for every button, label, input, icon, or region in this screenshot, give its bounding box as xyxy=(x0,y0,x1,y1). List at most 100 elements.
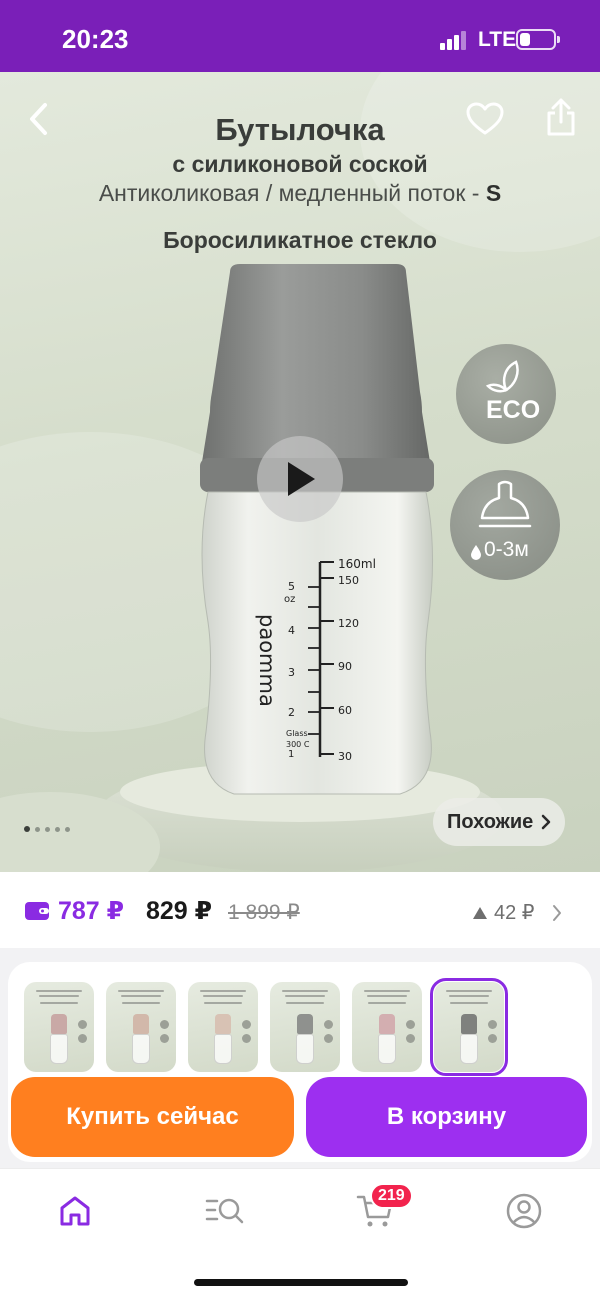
nav-catalog[interactable] xyxy=(203,1189,247,1233)
buy-now-button[interactable]: Купить сейчас xyxy=(11,1077,294,1157)
thumbnail-bottle-cap xyxy=(133,1014,149,1034)
age-badge: 0-3м xyxy=(450,470,560,580)
play-video-button[interactable] xyxy=(257,436,343,522)
home-indicator xyxy=(194,1279,408,1286)
hero-description: Антиколиковая / медленный поток - S xyxy=(0,180,600,207)
thumbnail-title-line xyxy=(39,995,79,997)
old-price: 1 899 ₽ xyxy=(228,901,300,924)
thumbnail-badge xyxy=(160,1034,169,1043)
similar-products-button[interactable]: Похожие xyxy=(433,798,566,846)
price-delta: 42 ₽ xyxy=(494,902,535,924)
thumbnail-title-line xyxy=(203,995,243,997)
thumbnail-bottle-cap xyxy=(51,1014,67,1034)
gallery-dot xyxy=(65,826,70,832)
scale-label: 5 xyxy=(288,580,295,593)
thumbnail-bottle-body xyxy=(132,1034,150,1064)
battery-level xyxy=(520,33,530,46)
scale-label: 3 xyxy=(288,666,295,679)
variant-thumbnail[interactable] xyxy=(352,982,422,1072)
variant-thumbnail[interactable] xyxy=(430,978,508,1076)
thumbnail-bottle-cap xyxy=(215,1014,231,1034)
thumbnail-badge xyxy=(242,1020,251,1029)
thumbnail-title-line xyxy=(36,990,82,992)
chevron-right-icon xyxy=(542,814,551,830)
variant-thumbnail[interactable] xyxy=(106,982,176,1072)
similar-label: Похожие xyxy=(447,810,534,833)
thumbnail-badge xyxy=(242,1034,251,1043)
signal-icon xyxy=(440,31,466,50)
status-time: 20:23 xyxy=(62,24,129,54)
thumbnail-badge xyxy=(406,1020,415,1029)
hero-description-text: Антиколиковая / медленный поток - xyxy=(98,180,486,206)
thumbnail-bottle-body xyxy=(296,1034,314,1064)
thumbnail-badge xyxy=(324,1034,333,1043)
scale-label: 1 xyxy=(288,749,294,760)
scale-label: 120 xyxy=(338,617,359,630)
thumbnail-bottle-cap xyxy=(461,1014,477,1034)
catalog-search-icon xyxy=(205,1198,244,1224)
current-price: 829 ₽ xyxy=(146,897,213,925)
nipple-icon xyxy=(478,480,532,528)
thumbnail-badge xyxy=(78,1020,87,1029)
thumbnail-bottle-body xyxy=(214,1034,232,1064)
thumbnail-title-line xyxy=(204,1002,242,1004)
status-bar: 20:23 LTE xyxy=(0,0,600,72)
thumbnail-title-line xyxy=(285,995,325,997)
thumbnail-title-line xyxy=(368,1002,406,1004)
bottom-nav: 219 xyxy=(0,1168,600,1297)
thumbnail-title-line xyxy=(40,1002,78,1004)
gallery-pagination xyxy=(24,826,70,832)
flow-size: S xyxy=(485,180,502,206)
home-icon xyxy=(60,1196,90,1226)
thumbnail-badge xyxy=(324,1020,333,1029)
variant-thumbnail[interactable] xyxy=(24,982,94,1072)
nav-home[interactable] xyxy=(53,1189,97,1233)
chevron-right-icon xyxy=(552,904,561,921)
variant-thumbnail[interactable] xyxy=(188,982,258,1072)
thumbnail-badge xyxy=(160,1020,169,1029)
profile-icon xyxy=(506,1193,542,1229)
hero-title: Бутылочка xyxy=(215,112,385,147)
bottle-image: 160ml 150 120 90 60 30 5 oz 4 3 2 Glass … xyxy=(200,264,434,795)
scale-label: 30 xyxy=(338,750,352,763)
thumbnail-bottle-body xyxy=(50,1034,68,1064)
eco-label: ECO xyxy=(486,396,541,424)
thumbnail-title-line xyxy=(122,1002,160,1004)
thumbnail-title-line xyxy=(450,1002,488,1004)
add-to-cart-button[interactable]: В корзину xyxy=(306,1077,587,1157)
triangle-up-icon xyxy=(473,906,487,919)
thumbnail-bottle-body xyxy=(460,1034,478,1064)
gallery-dot xyxy=(55,826,60,832)
product-gallery[interactable]: Бутылочка с силиконовой соской Антиколик… xyxy=(0,72,600,872)
section-divider xyxy=(0,948,600,962)
thumbnail-title-line xyxy=(200,990,246,992)
thumbnail-title-line xyxy=(282,990,328,992)
scale-label: 300 C xyxy=(286,740,310,749)
thumbnail-title-line xyxy=(446,990,492,992)
thumbnail-title-line xyxy=(286,1002,324,1004)
scale-label: Glass xyxy=(286,729,308,738)
thumbnail-badge xyxy=(488,1034,497,1043)
scale-label: 4 xyxy=(288,624,295,637)
thumbnail-title-line xyxy=(121,995,161,997)
cart-count-badge: 219 xyxy=(370,1183,413,1209)
eco-badge: ECO xyxy=(456,344,556,444)
drop-icon xyxy=(471,545,481,560)
thumbnail-bottle-cap xyxy=(297,1014,313,1034)
action-bar: Купить сейчас В корзину xyxy=(0,1075,600,1160)
price-change-button[interactable]: 42 ₽ xyxy=(472,900,563,925)
thumbnail-title-line xyxy=(367,995,407,997)
thumbnail-bottle-cap xyxy=(379,1014,395,1034)
thumbnail-title-line xyxy=(118,990,164,992)
variant-thumbnail[interactable] xyxy=(270,982,340,1072)
scale-label: 160ml xyxy=(338,557,376,571)
gallery-dot xyxy=(45,826,50,832)
nav-profile[interactable] xyxy=(502,1189,546,1233)
scale-label: 150 xyxy=(338,574,359,587)
thumbnail-bottle-body xyxy=(378,1034,396,1064)
price-row: 787 ₽ 829 ₽ 1 899 ₽ 42 ₽ xyxy=(0,872,600,948)
leaf-icon xyxy=(485,360,519,393)
battery-icon xyxy=(516,29,560,50)
wallet-price: 787 ₽ xyxy=(58,897,125,925)
play-icon xyxy=(288,462,315,496)
